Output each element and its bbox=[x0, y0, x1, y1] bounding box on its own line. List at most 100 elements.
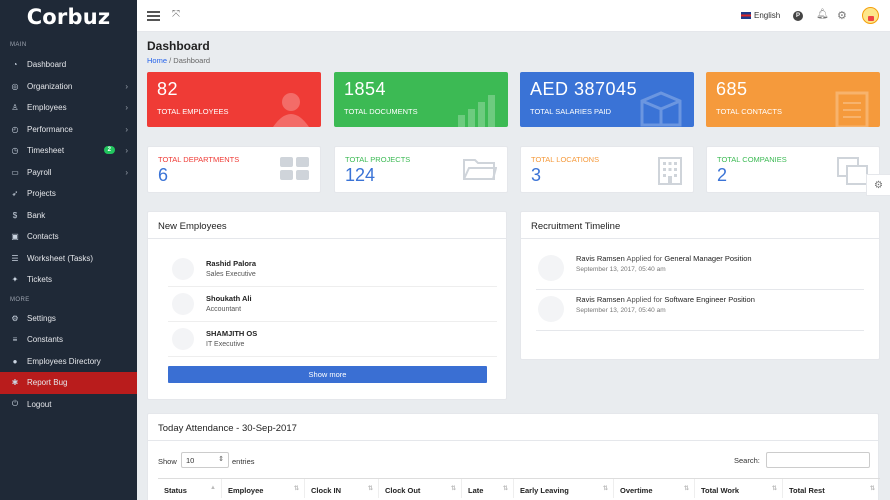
breadcrumb-current: Dashboard bbox=[173, 56, 210, 65]
sidebar-item-label: Timesheet bbox=[27, 146, 65, 156]
user-avatar[interactable] bbox=[862, 7, 879, 24]
entries-label: entries bbox=[232, 457, 255, 466]
attendance-table-header: Status ▲ Employee ⇅ Clock IN ⇅ Clock Out ⇅ L… bbox=[158, 478, 880, 498]
box-icon bbox=[640, 91, 682, 127]
sidebar-item-label: Organization bbox=[27, 81, 73, 91]
document-icon bbox=[835, 91, 869, 127]
column-header-overtime[interactable]: Overtime ⇅ bbox=[614, 479, 695, 498]
stat-card-total-documents[interactable]: 1854 TOTAL DOCUMENTS bbox=[334, 72, 508, 127]
list-item[interactable]: Rashid Palora Sales Executive bbox=[168, 252, 497, 287]
avatar bbox=[172, 328, 194, 350]
sidebar-item-payroll[interactable]: ▭ Payroll › bbox=[0, 162, 137, 184]
column-header-clock-out[interactable]: Clock Out ⇅ bbox=[379, 479, 462, 498]
stat-value: 1854 bbox=[344, 79, 387, 99]
employee-role: Accountant bbox=[206, 306, 242, 313]
sidebar-item-logout[interactable]: ⏻ Logout bbox=[0, 394, 137, 416]
panel-title-rest: Timeline bbox=[584, 221, 621, 232]
sidebar-item-bank[interactable]: $ Bank bbox=[0, 205, 137, 227]
bell-icon[interactable]: 🔔︎ bbox=[816, 9, 829, 20]
sidebar-item-report-bug[interactable]: ✱ Report Bug bbox=[0, 372, 137, 394]
sidebar-item-label: Tickets bbox=[27, 275, 53, 285]
avatar bbox=[172, 258, 194, 280]
stat-label: TOTAL EMPLOYEES bbox=[157, 107, 229, 116]
stat-card-total-locations[interactable]: TOTAL LOCATIONS 3 bbox=[520, 146, 694, 193]
building-icon bbox=[658, 157, 682, 185]
sidebar-item-label: Employees bbox=[27, 103, 67, 113]
sort-icon: ⇅ bbox=[683, 486, 689, 492]
applicant-name: Ravis Ramsen bbox=[576, 254, 625, 263]
show-more-button[interactable]: Show more bbox=[168, 366, 487, 383]
sidebar-item-timesheet[interactable]: ◷ Timesheet 2 › bbox=[0, 140, 137, 162]
stat-card-total-contacts[interactable]: 685 TOTAL CONTACTS bbox=[706, 72, 880, 127]
panel-title-bold: New bbox=[158, 221, 178, 232]
hamburger-menu-icon[interactable] bbox=[147, 11, 160, 21]
timeline-item[interactable]: Ravis Ramsen Applied for Software Engine… bbox=[536, 290, 864, 331]
entries-select[interactable]: 10 ⇕ bbox=[181, 452, 229, 468]
uk-flag-icon bbox=[741, 12, 751, 19]
stat-label: TOTAL LOCATIONS bbox=[531, 155, 600, 164]
timeline-text: Ravis Ramsen Applied for Software Engine… bbox=[576, 295, 755, 304]
column-header-late[interactable]: Late ⇅ bbox=[462, 479, 514, 498]
sidebar-item-contacts[interactable]: ▣ Contacts bbox=[0, 226, 137, 248]
fullscreen-icon[interactable]: ⤧ bbox=[172, 9, 180, 20]
stat-card-total-employees[interactable]: 82 TOTAL EMPLOYEES bbox=[147, 72, 321, 127]
gear-icon: ⚙ bbox=[11, 313, 19, 323]
sidebar-item-dashboard[interactable]: ◔ Dashboard bbox=[0, 54, 137, 76]
sidebar-item-tickets[interactable]: ✦ Tickets bbox=[0, 269, 137, 291]
sidebar-item-projects[interactable]: ➶ Projects bbox=[0, 183, 137, 205]
column-header-early-leaving[interactable]: Early Leaving ⇅ bbox=[514, 479, 614, 498]
card-icon: ▭ bbox=[11, 167, 19, 177]
position-suffix: Position bbox=[724, 254, 752, 263]
sidebar-item-employees-directory[interactable]: ● Employees Directory bbox=[0, 351, 137, 373]
sidebar-item-label: Constants bbox=[27, 335, 64, 345]
sidebar-section-main: MAIN bbox=[10, 42, 27, 48]
rocket-icon: ➶ bbox=[11, 189, 19, 199]
stat-card-total-projects[interactable]: TOTAL PROJECTS 124 bbox=[334, 146, 508, 193]
sidebar-item-label: Settings bbox=[27, 313, 56, 323]
stat-card-total-companies[interactable]: TOTAL COMPANIES 2 bbox=[706, 146, 880, 193]
search-input[interactable] bbox=[766, 452, 870, 468]
column-header-total-work[interactable]: Total Work ⇅ bbox=[695, 479, 783, 498]
profile-p-icon[interactable]: P bbox=[793, 11, 803, 21]
search-label: Search: bbox=[734, 456, 760, 465]
sidebar-item-employees[interactable]: ♙ Employees › bbox=[0, 97, 137, 119]
sidebar-item-worksheet[interactable]: ☰ Worksheet (Tasks) bbox=[0, 248, 137, 270]
sidebar-item-label: Employees Directory bbox=[27, 356, 101, 366]
bar-chart-icon bbox=[458, 95, 495, 127]
grid-icon bbox=[280, 157, 309, 180]
stat-value: 6 bbox=[158, 165, 169, 185]
column-header-total-rest[interactable]: Total Rest ⇅ bbox=[783, 479, 880, 498]
stat-card-total-salaries[interactable]: AED 387045 TOTAL SALARIES PAID bbox=[520, 72, 694, 127]
timeline-item[interactable]: Ravis Ramsen Applied for General Manager… bbox=[536, 249, 864, 290]
chevron-right-icon: › bbox=[125, 81, 128, 91]
stat-label: TOTAL COMPANIES bbox=[717, 155, 787, 164]
sidebar-item-label: Projects bbox=[27, 189, 56, 199]
folder-icon bbox=[463, 159, 497, 180]
stat-card-total-departments[interactable]: TOTAL DEPARTMENTS 6 bbox=[147, 146, 321, 193]
panel-title-rest: Employees bbox=[179, 221, 227, 232]
dollar-icon: $ bbox=[12, 210, 18, 220]
column-header-clock-in[interactable]: Clock IN ⇅ bbox=[305, 479, 379, 498]
app-logo[interactable]: Corbuz bbox=[0, 0, 137, 34]
gear-icon[interactable]: ⚙ bbox=[837, 9, 847, 22]
column-header-status[interactable]: Status ▲ bbox=[158, 479, 222, 498]
language-selector[interactable]: English bbox=[741, 11, 780, 20]
sort-icon: ⇅ bbox=[293, 486, 299, 492]
sidebar-item-settings[interactable]: ⚙ Settings bbox=[0, 308, 137, 330]
breadcrumb-home-link[interactable]: Home bbox=[147, 56, 167, 65]
new-employees-panel: New Employees Rashid Palora Sales Execut… bbox=[147, 211, 507, 400]
sidebar-item-constants[interactable]: ≡ Constants bbox=[0, 329, 137, 351]
applied-for-text: Applied for bbox=[626, 295, 663, 304]
main-content: Dashboard Home / Dashboard 82 TOTAL EMPL… bbox=[137, 32, 890, 500]
stat-label: TOTAL DEPARTMENTS bbox=[158, 155, 240, 164]
copy-icon bbox=[837, 157, 868, 185]
breadcrumb-separator: / bbox=[169, 56, 172, 65]
sort-icon: ⇅ bbox=[367, 486, 373, 492]
list-item[interactable]: SHAMJITH OS IT Executive bbox=[168, 322, 497, 357]
applied-for-text: Applied for bbox=[626, 254, 663, 263]
theme-settings-gear-icon[interactable]: ⚙ bbox=[866, 174, 890, 196]
list-item[interactable]: Shoukath Ali Accountant bbox=[168, 287, 497, 322]
column-header-employee[interactable]: Employee ⇅ bbox=[222, 479, 305, 498]
sidebar-item-performance[interactable]: ◴ Performance › bbox=[0, 119, 137, 141]
sidebar-item-organization[interactable]: ◎ Organization › bbox=[0, 76, 137, 98]
